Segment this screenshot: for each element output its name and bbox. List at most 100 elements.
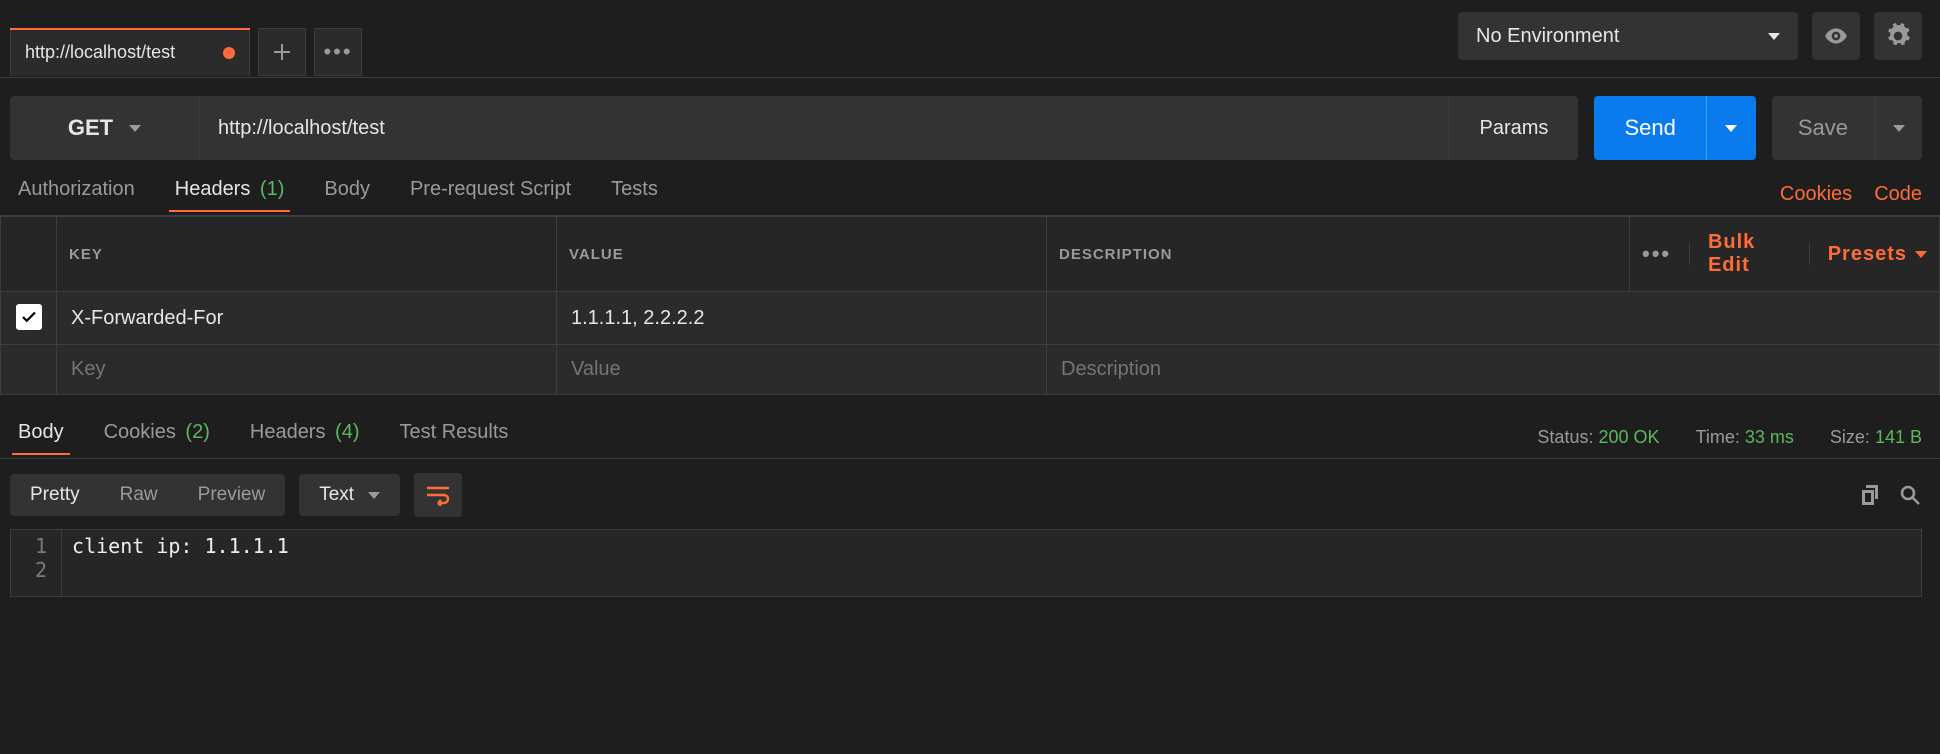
view-raw[interactable]: Raw	[100, 474, 178, 516]
view-mode-segment: Pretty Raw Preview	[10, 474, 285, 516]
wrap-lines-button[interactable]	[414, 473, 462, 517]
send-button-group: Send	[1594, 96, 1755, 160]
response-body: 1 2 client ip: 1.1.1.1	[10, 529, 1922, 597]
wrap-icon	[425, 484, 451, 506]
request-tabs: Authorization Headers (1) Body Pre-reque…	[0, 160, 1940, 216]
response-tabs: Body Cookies (2) Headers (4) Test Result…	[0, 395, 1940, 459]
size-value: 141 B	[1875, 427, 1922, 447]
line-gutter: 1 2	[11, 530, 62, 596]
status-value: 200 OK	[1598, 427, 1659, 447]
chevron-down-icon	[129, 125, 141, 132]
save-options-button[interactable]	[1874, 96, 1922, 160]
tab-authorization[interactable]: Authorization	[18, 178, 135, 211]
divider	[1809, 243, 1810, 265]
quick-look-button[interactable]	[1812, 12, 1860, 60]
size-label: Size:	[1830, 427, 1870, 447]
presets-select[interactable]: Presets	[1828, 243, 1927, 266]
save-label: Save	[1798, 115, 1848, 141]
code-line: client ip: 1.1.1.1	[72, 534, 289, 558]
resp-tab-body[interactable]: Body	[18, 421, 64, 454]
cookies-link[interactable]: Cookies	[1780, 183, 1852, 206]
search-response-button[interactable]	[1898, 483, 1922, 507]
resp-tab-headers-label: Headers	[250, 421, 326, 443]
time-label: Time:	[1696, 427, 1740, 447]
headers-table-head: KEY VALUE DESCRIPTION ••• Bulk Edit Pres…	[1, 217, 1940, 292]
top-bar: http://localhost/test ••• No Environment	[0, 0, 1940, 78]
resp-tab-cookies-label: Cookies	[104, 421, 176, 443]
gear-icon	[1885, 23, 1911, 49]
method-url-bar: GET Params	[10, 96, 1578, 160]
send-options-button[interactable]	[1706, 96, 1756, 160]
col-desc: DESCRIPTION	[1047, 217, 1630, 292]
environment-select[interactable]: No Environment	[1458, 12, 1798, 60]
resp-tab-cookies[interactable]: Cookies (2)	[104, 421, 210, 454]
resp-tab-headers[interactable]: Headers (4)	[250, 421, 360, 454]
col-key: KEY	[57, 217, 557, 292]
header-desc-input[interactable]	[1059, 357, 1927, 382]
request-tab-title: http://localhost/test	[25, 42, 175, 63]
lang-select[interactable]: Text	[299, 474, 400, 516]
chevron-down-icon	[1893, 125, 1905, 132]
status-label: Status:	[1537, 427, 1593, 447]
line-number: 2	[35, 558, 47, 582]
tab-headers-label: Headers	[175, 178, 251, 200]
unsaved-indicator-icon	[223, 47, 235, 59]
tab-headers[interactable]: Headers (1)	[175, 178, 285, 211]
bulk-edit-link[interactable]: Bulk Edit	[1708, 231, 1791, 277]
save-button-group: Save	[1772, 96, 1922, 160]
tab-tests[interactable]: Tests	[611, 178, 658, 211]
copy-icon	[1858, 483, 1882, 507]
time-value: 33 ms	[1745, 427, 1794, 447]
tab-headers-count: (1)	[260, 178, 284, 200]
tab-prerequest[interactable]: Pre-request Script	[410, 178, 571, 211]
copy-response-button[interactable]	[1858, 483, 1882, 507]
row-checkbox[interactable]	[16, 304, 42, 330]
params-button[interactable]: Params	[1448, 96, 1578, 160]
presets-label: Presets	[1828, 243, 1907, 266]
header-key-input[interactable]	[69, 306, 544, 331]
eye-icon	[1823, 23, 1849, 49]
code-link[interactable]: Code	[1874, 183, 1922, 206]
view-preview[interactable]: Preview	[178, 474, 286, 516]
tab-body[interactable]: Body	[324, 178, 370, 211]
table-row-placeholder	[1, 345, 1940, 395]
save-button[interactable]: Save	[1772, 96, 1874, 160]
code-lines[interactable]: client ip: 1.1.1.1	[62, 530, 1921, 596]
settings-button[interactable]	[1874, 12, 1922, 60]
header-value-input[interactable]	[569, 306, 1034, 331]
col-value: VALUE	[557, 217, 1047, 292]
request-tabs-strip: http://localhost/test •••	[0, 0, 362, 76]
new-tab-button[interactable]	[258, 28, 306, 76]
chevron-down-icon	[1725, 125, 1737, 132]
response-toolbar: Pretty Raw Preview Text	[0, 459, 1940, 529]
header-key-input[interactable]	[69, 357, 544, 382]
header-options-button[interactable]: •••	[1642, 241, 1671, 267]
response-meta: Status: 200 OK Time: 33 ms Size: 141 B	[1537, 427, 1922, 448]
params-label: Params	[1480, 117, 1549, 140]
environment-label: No Environment	[1476, 25, 1619, 48]
view-pretty[interactable]: Pretty	[10, 474, 100, 516]
line-number: 1	[35, 534, 47, 558]
chevron-down-icon	[1915, 251, 1927, 258]
chevron-down-icon	[368, 492, 380, 499]
tab-options-button[interactable]: •••	[314, 28, 362, 76]
table-row	[1, 292, 1940, 345]
method-label: GET	[68, 115, 113, 141]
resp-tab-cookies-count: (2)	[185, 421, 209, 443]
method-select[interactable]: GET	[10, 96, 200, 160]
divider	[1689, 243, 1690, 265]
plus-icon	[272, 42, 292, 62]
url-input[interactable]	[200, 96, 1448, 160]
search-icon	[1898, 483, 1922, 507]
header-value-input[interactable]	[569, 357, 1034, 382]
resp-tab-tests[interactable]: Test Results	[400, 421, 509, 454]
header-desc-input[interactable]	[1059, 306, 1927, 331]
ellipsis-icon: •••	[323, 39, 352, 65]
request-tab[interactable]: http://localhost/test	[10, 28, 250, 76]
top-bar-right: No Environment	[1458, 0, 1940, 60]
lang-label: Text	[319, 484, 354, 506]
check-icon	[20, 308, 38, 326]
send-button[interactable]: Send	[1594, 96, 1705, 160]
send-label: Send	[1624, 115, 1675, 141]
request-builder-row: GET Params Send Save	[0, 78, 1940, 160]
